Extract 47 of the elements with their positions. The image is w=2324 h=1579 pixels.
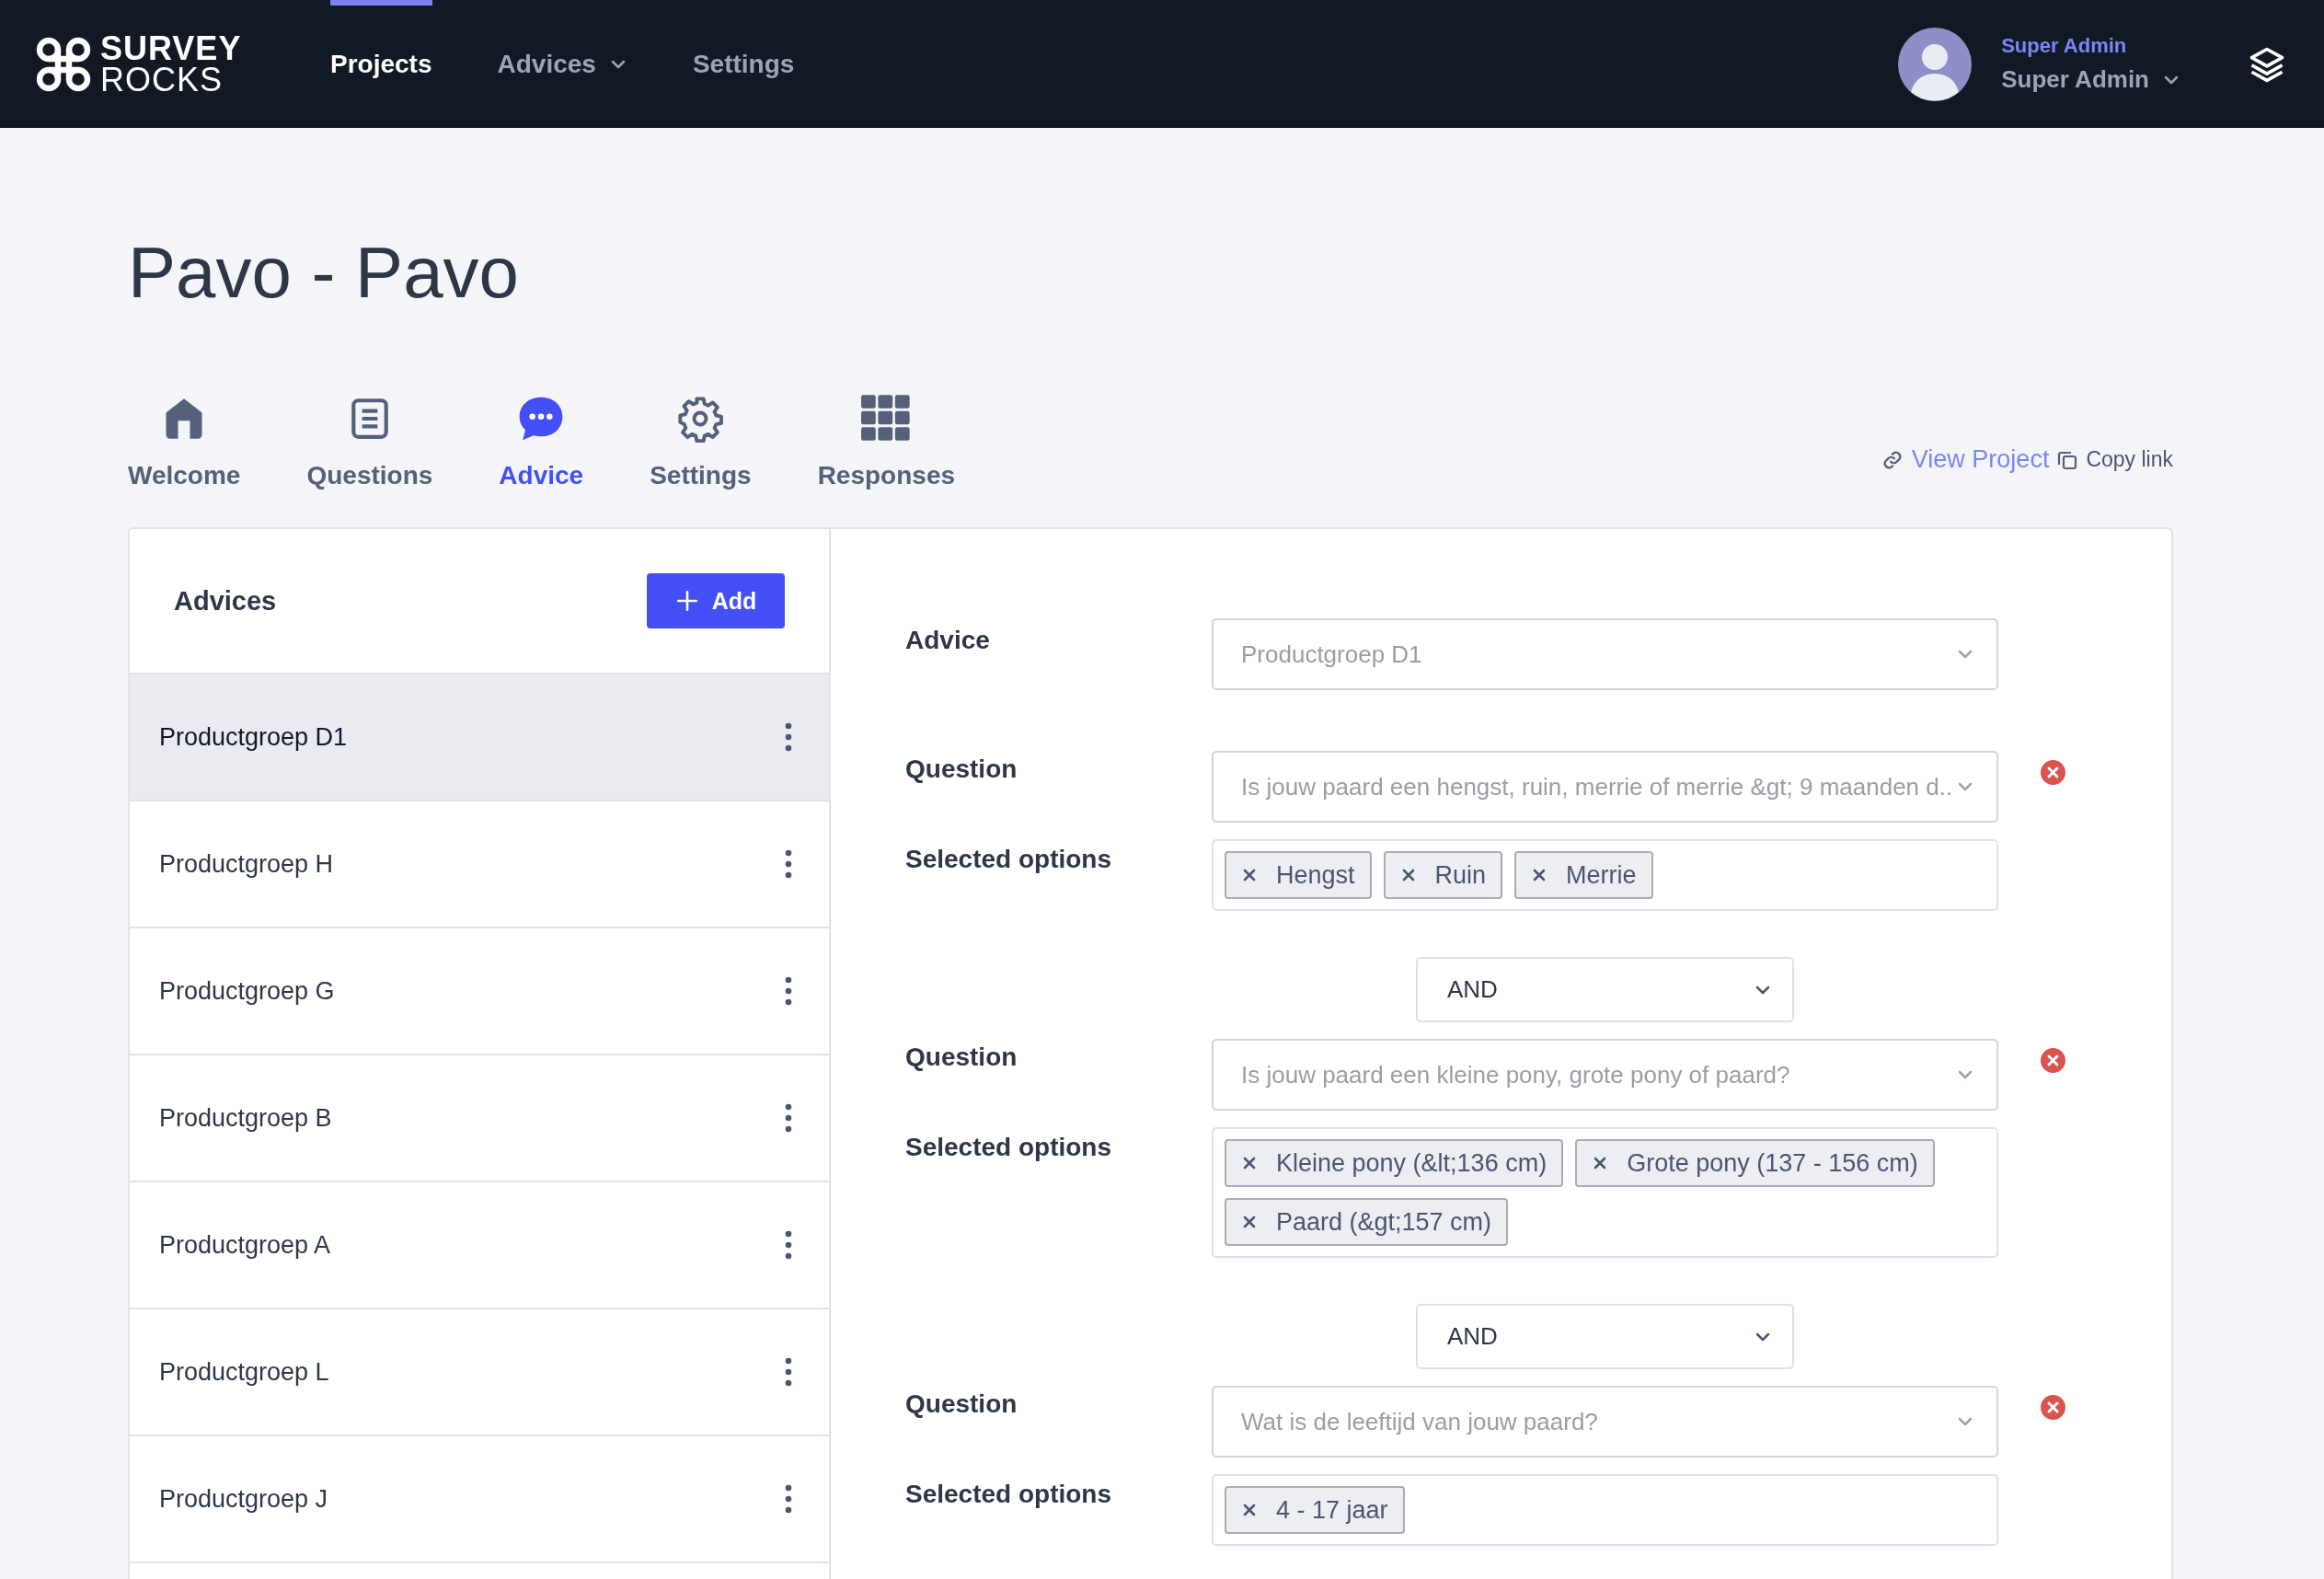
close-icon[interactable] (1533, 869, 1547, 882)
add-button[interactable]: Add (647, 573, 785, 628)
close-icon[interactable] (1243, 869, 1256, 882)
section-tab[interactable]: Advice (499, 395, 584, 490)
operator-select[interactable]: AND (1416, 957, 1794, 1022)
page-title: Pavo - Pavo (128, 231, 520, 315)
option-text: 4 - 17 jaar (1276, 1495, 1388, 1525)
options-field[interactable]: Hengst Ruin Merrie (1212, 839, 1998, 911)
field-label: Advice (905, 625, 991, 655)
option-text: Grote pony (137 - 156 cm) (1627, 1148, 1918, 1178)
section-tab[interactable]: Questions (306, 395, 433, 490)
advice-list-item[interactable]: Productgroep D1 (130, 674, 829, 801)
settings-icon (676, 395, 725, 443)
user-role: Super Admin (2001, 34, 2128, 58)
option-text: Paard (&gt;157 cm) (1276, 1207, 1492, 1237)
section-tab[interactable]: Welcome (128, 395, 241, 490)
grid-icon (861, 395, 912, 443)
close-icon[interactable] (1243, 1216, 1256, 1228)
nav-link[interactable]: Advices (497, 0, 627, 128)
nav-link[interactable]: Settings (692, 0, 795, 128)
options-field[interactable]: Kleine pony (&lt;136 cm) Grote pony (137 - 156 cm) Paard (&gt;157 cm) (1212, 1127, 1998, 1258)
section-tab[interactable]: Settings (650, 395, 752, 490)
close-icon[interactable] (1243, 1157, 1256, 1170)
logo-text: SURVEY ROCKS (100, 32, 242, 96)
options-field[interactable]: 4 - 17 jaar (1212, 1474, 1998, 1546)
option-text: Kleine pony (&lt;136 cm) (1276, 1148, 1547, 1178)
field-label: Selected options (905, 1479, 1113, 1509)
advices-heading: Advices (174, 585, 277, 617)
field-label: Question (905, 1042, 1018, 1072)
option-text: Ruin (1434, 860, 1487, 890)
user-menu[interactable]: Super Admin (2001, 65, 2180, 94)
copy-link-button[interactable]: Copy link (2056, 447, 2173, 472)
option-text: Merrie (1566, 860, 1637, 890)
field-label: Question (905, 1389, 1018, 1419)
operator-select[interactable]: AND (1416, 1304, 1794, 1369)
link-icon (1881, 449, 1903, 470)
field-label: Selected options (905, 844, 1113, 874)
field-label: Selected options (905, 1132, 1113, 1162)
nav-link[interactable]: Projects (330, 0, 432, 128)
avatar-icon (1898, 27, 1973, 101)
section-tab[interactable]: Responses (817, 395, 956, 490)
close-icon[interactable] (1243, 1504, 1256, 1516)
close-icon[interactable] (1593, 1157, 1607, 1170)
plus-icon (674, 589, 699, 613)
field-label: Question (905, 754, 1018, 784)
option-text: Hengst (1276, 860, 1355, 890)
close-icon[interactable] (1401, 869, 1415, 882)
